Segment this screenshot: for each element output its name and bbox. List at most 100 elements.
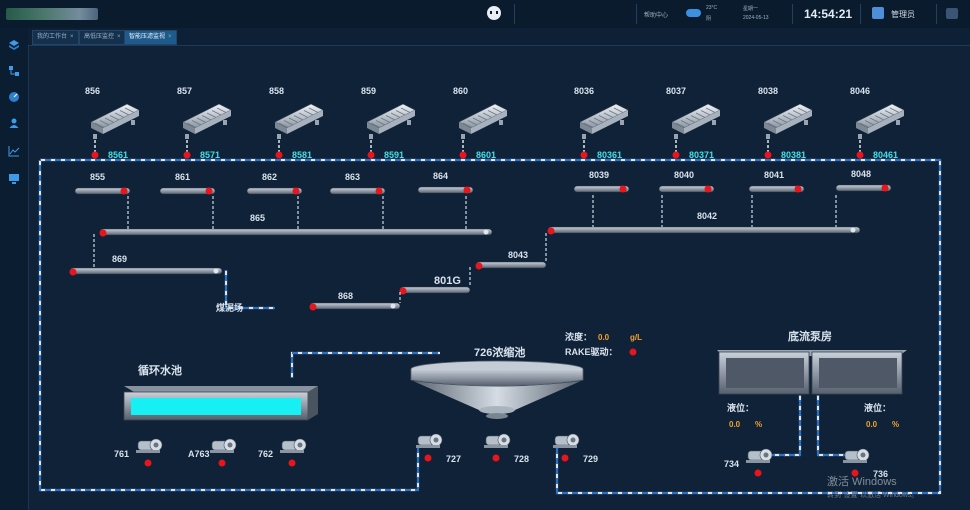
pump-A763[interactable]: A763 xyxy=(188,438,237,467)
top-bar: 帮助中心 23°C 阴 星期一 2024-05-13 14:54:21 管理员 xyxy=(0,0,970,29)
status-dot xyxy=(91,151,99,159)
status-dot xyxy=(99,229,107,237)
filter-press-8036: 8036 80361 xyxy=(574,86,629,160)
bottom-pump-house: 底流泵房 液位： 0.0 % 液位： 0.0 % xyxy=(717,329,907,429)
belt-conveyor-862: 862 xyxy=(246,172,303,195)
pump-label: 761 xyxy=(114,449,129,459)
pump-727[interactable]: 727 xyxy=(416,433,461,464)
pump-house-title: 底流泵房 xyxy=(788,329,832,343)
status-dot xyxy=(367,151,375,159)
status-dot xyxy=(764,151,772,159)
press-label: 857 xyxy=(177,86,192,96)
help-center-link[interactable]: 帮助中心 xyxy=(644,10,668,19)
conveyor-roller xyxy=(850,227,856,233)
belt-conveyor-855: 855 xyxy=(74,172,131,195)
user-avatar-icon[interactable] xyxy=(872,7,884,19)
conveyor-801g: 801G xyxy=(399,275,471,295)
press-tag: 80461 xyxy=(873,150,898,160)
tab-workbench[interactable]: 我的工作台 × xyxy=(32,30,79,45)
belt-label: 8048 xyxy=(851,169,871,179)
pump-736[interactable]: 736 xyxy=(843,448,888,479)
conveyor-865: 865 xyxy=(99,213,493,237)
conveyor-roller xyxy=(483,229,489,235)
gauge-icon[interactable] xyxy=(8,90,20,102)
conveyor-label: 801G xyxy=(434,275,461,287)
clock: 14:54:21 xyxy=(804,7,853,21)
filter-press-icon[interactable] xyxy=(579,103,629,139)
tab-filter-press-monitor[interactable]: 智能压滤监视 × xyxy=(124,30,177,45)
status-dot xyxy=(144,459,152,467)
filter-press-icon[interactable] xyxy=(182,103,232,139)
filter-press-icon[interactable] xyxy=(90,103,140,139)
conveyor-8043: 8043 xyxy=(475,250,547,270)
process-canvas: 8568561857857185885818598591860860180368… xyxy=(38,86,942,499)
filter-press-8038: 8038 80381 xyxy=(758,86,813,160)
filter-press-icon[interactable] xyxy=(274,103,324,139)
robot-assistant-icon[interactable] xyxy=(487,6,501,20)
chart-icon[interactable] xyxy=(8,144,20,157)
level-unit-right: % xyxy=(892,420,899,429)
logout-icon[interactable] xyxy=(946,8,958,19)
divider xyxy=(792,4,793,24)
pump-761[interactable]: 761 xyxy=(114,438,163,467)
pump-728[interactable]: 728 xyxy=(484,433,529,464)
filter-press-icon[interactable] xyxy=(763,103,813,139)
belt-label: 8041 xyxy=(764,170,784,180)
status-dot xyxy=(580,151,588,159)
press-tag: 80371 xyxy=(689,150,714,160)
belt-conveyor-8040: 8040 xyxy=(658,170,715,193)
thickener-params: 浓度： 0.0 g/L RAKE驱动： xyxy=(565,331,642,357)
belt-conveyor-8039: 8039 xyxy=(573,170,630,193)
status-dot xyxy=(424,454,432,462)
monitor-icon[interactable] xyxy=(8,172,20,184)
belt-label: 8039 xyxy=(589,170,609,180)
close-icon[interactable]: × xyxy=(168,34,172,40)
status-dot xyxy=(375,187,383,195)
press-label: 860 xyxy=(453,86,468,96)
date: 2024-05-13 xyxy=(743,15,769,21)
filter-press-icon[interactable] xyxy=(366,103,416,139)
user-name[interactable]: 管理员 xyxy=(891,9,915,20)
filter-press-icon[interactable] xyxy=(855,103,905,139)
press-label: 8046 xyxy=(850,86,870,96)
tab-label: 高低压监控 xyxy=(84,34,115,40)
status-dot xyxy=(619,185,627,193)
status-dot xyxy=(881,184,889,192)
activation-watermark-hint: 转到"设置"以激活 Windows。 xyxy=(827,490,918,499)
filter-press-icon[interactable] xyxy=(671,103,721,139)
status-dot xyxy=(754,469,762,477)
level-label-left: 液位： xyxy=(727,402,754,413)
close-icon[interactable]: × xyxy=(70,34,74,40)
user-icon[interactable] xyxy=(8,116,20,128)
thickener-title: 726浓缩池 xyxy=(474,345,525,359)
pump-label: 727 xyxy=(446,454,461,464)
divider xyxy=(936,4,937,24)
filter-press-858: 858 8581 xyxy=(269,86,324,160)
belt-conveyor-group: 855 861 862 863 864 8039 8040 8041 8048 xyxy=(74,169,892,195)
pump-label: A763 xyxy=(188,449,210,459)
weather-description: 阴 xyxy=(706,16,712,22)
pump-762[interactable]: 762 xyxy=(258,438,307,467)
level-label-right: 液位： xyxy=(864,402,891,413)
close-icon[interactable]: × xyxy=(117,34,121,40)
pump-734[interactable]: 734 xyxy=(724,448,773,477)
belt-label: 864 xyxy=(433,171,448,181)
cloud-icon xyxy=(686,9,701,17)
belt-label: 863 xyxy=(345,172,360,182)
network-icon[interactable] xyxy=(8,64,20,76)
pool-water-level xyxy=(131,398,301,415)
press-label: 856 xyxy=(85,86,100,96)
layers-icon[interactable] xyxy=(8,38,20,50)
pump-729[interactable]: 729 xyxy=(553,433,598,464)
concentration-label: 浓度： xyxy=(565,331,592,342)
belt-label: 861 xyxy=(175,172,190,182)
press-label: 858 xyxy=(269,86,284,96)
status-dot xyxy=(120,187,128,195)
status-dot xyxy=(205,187,213,195)
filter-press-icon[interactable] xyxy=(458,103,508,139)
conveyor-roller xyxy=(390,303,396,309)
conveyor-label: 868 xyxy=(338,291,353,301)
level-value-right: 0.0 xyxy=(866,420,878,429)
tab-hv-lv-monitor[interactable]: 高低压监控 × xyxy=(79,30,126,45)
divider xyxy=(636,4,637,24)
